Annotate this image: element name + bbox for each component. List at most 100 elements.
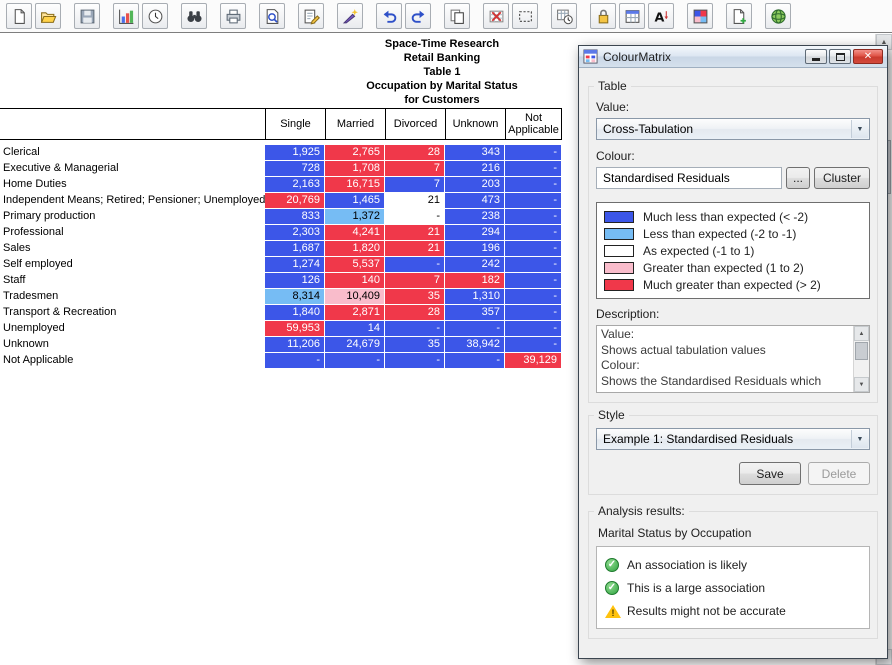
data-cell[interactable]: -: [505, 257, 561, 272]
delete-table-button[interactable]: [483, 3, 509, 29]
maximize-button[interactable]: [829, 49, 851, 64]
row-label[interactable]: Professional: [0, 225, 265, 240]
delete-button[interactable]: Delete: [808, 462, 870, 485]
print-preview-button[interactable]: [259, 3, 285, 29]
data-cell[interactable]: 238: [445, 209, 504, 224]
data-cell[interactable]: 216: [445, 161, 504, 176]
data-cell[interactable]: 5,537: [325, 257, 384, 272]
data-cell[interactable]: 28: [385, 305, 444, 320]
data-cell[interactable]: 833: [265, 209, 324, 224]
description-scroll-thumb[interactable]: [855, 342, 868, 360]
data-cell[interactable]: 7: [385, 161, 444, 176]
data-cell[interactable]: 7: [385, 273, 444, 288]
font-size-button[interactable]: A: [648, 3, 674, 29]
wizard-button[interactable]: [337, 3, 363, 29]
bar-chart-button[interactable]: [113, 3, 139, 29]
browse-button[interactable]: ...: [786, 167, 810, 189]
row-label[interactable]: Sales: [0, 241, 265, 256]
data-cell[interactable]: 24,679: [325, 337, 384, 352]
data-cell[interactable]: 4,241: [325, 225, 384, 240]
data-cell[interactable]: -: [505, 209, 561, 224]
data-cell[interactable]: 1,372: [325, 209, 384, 224]
undo-button[interactable]: [376, 3, 402, 29]
column-header[interactable]: Not Applicable: [505, 109, 562, 139]
save-button[interactable]: Save: [739, 462, 801, 485]
clock-button[interactable]: [142, 3, 168, 29]
data-cell[interactable]: 294: [445, 225, 504, 240]
cluster-button[interactable]: Cluster: [814, 167, 870, 189]
data-cell[interactable]: 2,303: [265, 225, 324, 240]
row-label[interactable]: Clerical: [0, 145, 265, 160]
row-label[interactable]: Unknown: [0, 337, 265, 352]
data-cell[interactable]: -: [445, 321, 504, 336]
data-cell[interactable]: 59,953: [265, 321, 324, 336]
data-cell[interactable]: -: [505, 273, 561, 288]
data-cell[interactable]: 35: [385, 289, 444, 304]
data-cell[interactable]: 203: [445, 177, 504, 192]
data-cell[interactable]: 8,314: [265, 289, 324, 304]
data-cell[interactable]: 1,687: [265, 241, 324, 256]
dialog-titlebar[interactable]: ColourMatrix ✕: [579, 46, 887, 68]
data-cell[interactable]: -: [445, 353, 504, 368]
data-cell[interactable]: 2,765: [325, 145, 384, 160]
data-cell[interactable]: 28: [385, 145, 444, 160]
lock-button[interactable]: [590, 3, 616, 29]
edit-notes-button[interactable]: [298, 3, 324, 29]
data-cell[interactable]: -: [505, 225, 561, 240]
style-dropdown[interactable]: Example 1: Standardised Residuals ▼: [596, 428, 870, 450]
data-cell[interactable]: -: [505, 321, 561, 336]
data-cell[interactable]: -: [505, 145, 561, 160]
column-header[interactable]: Unknown: [445, 109, 505, 139]
select-region-button[interactable]: [512, 3, 538, 29]
data-cell[interactable]: 21: [385, 241, 444, 256]
data-cell[interactable]: 21: [385, 193, 444, 208]
data-cell[interactable]: -: [505, 305, 561, 320]
description-box[interactable]: Value:Shows actual tabulation valuesColo…: [596, 325, 870, 393]
data-cell[interactable]: 357: [445, 305, 504, 320]
data-cell[interactable]: -: [505, 337, 561, 352]
data-cell[interactable]: -: [505, 193, 561, 208]
new-document-button[interactable]: [6, 3, 32, 29]
data-cell[interactable]: 16,715: [325, 177, 384, 192]
row-label[interactable]: Home Duties: [0, 177, 265, 192]
copy-button[interactable]: [444, 3, 470, 29]
data-cell[interactable]: 14: [325, 321, 384, 336]
find-binoculars-button[interactable]: [181, 3, 207, 29]
save-button[interactable]: [74, 3, 100, 29]
column-header[interactable]: Single: [265, 109, 325, 139]
data-cell[interactable]: 21: [385, 225, 444, 240]
data-cell[interactable]: 1,274: [265, 257, 324, 272]
data-cell[interactable]: 20,769: [265, 193, 324, 208]
time-table-button[interactable]: [551, 3, 577, 29]
print-button[interactable]: [220, 3, 246, 29]
colour-field[interactable]: Standardised Residuals: [596, 167, 782, 189]
data-cell[interactable]: -: [385, 257, 444, 272]
data-cell[interactable]: 1,708: [325, 161, 384, 176]
data-cell[interactable]: 182: [445, 273, 504, 288]
globe-button[interactable]: [765, 3, 791, 29]
data-cell[interactable]: 473: [445, 193, 504, 208]
data-cell[interactable]: -: [325, 353, 384, 368]
data-cell[interactable]: 1,820: [325, 241, 384, 256]
data-cell[interactable]: -: [505, 177, 561, 192]
row-label[interactable]: Not Applicable: [0, 353, 265, 368]
data-cell[interactable]: 196: [445, 241, 504, 256]
redo-button[interactable]: [405, 3, 431, 29]
data-cell[interactable]: 7: [385, 177, 444, 192]
data-cell[interactable]: -: [505, 289, 561, 304]
data-cell[interactable]: -: [505, 161, 561, 176]
row-label[interactable]: Transport & Recreation: [0, 305, 265, 320]
data-cell[interactable]: -: [385, 209, 444, 224]
data-cell[interactable]: 343: [445, 145, 504, 160]
table-format-button[interactable]: [619, 3, 645, 29]
row-label[interactable]: Tradesmen: [0, 289, 265, 304]
data-cell[interactable]: 11,206: [265, 337, 324, 352]
data-cell[interactable]: 728: [265, 161, 324, 176]
scroll-up-icon[interactable]: ▲: [854, 326, 869, 341]
data-cell[interactable]: -: [265, 353, 324, 368]
row-label[interactable]: Unemployed: [0, 321, 265, 336]
data-cell[interactable]: 35: [385, 337, 444, 352]
data-cell[interactable]: 2,871: [325, 305, 384, 320]
description-scrollbar[interactable]: ▲ ▼: [853, 326, 869, 392]
data-cell[interactable]: 38,942: [445, 337, 504, 352]
